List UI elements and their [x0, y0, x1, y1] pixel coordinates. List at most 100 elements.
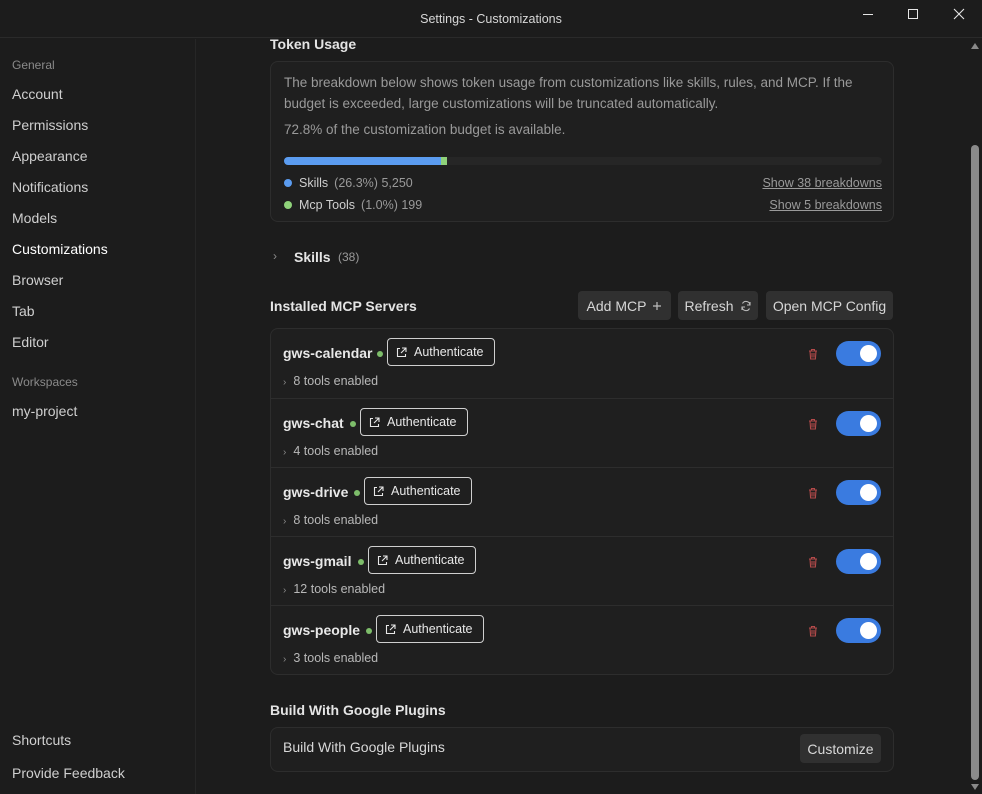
chevron-right-icon: › [283, 654, 287, 665]
maximize-button[interactable] [900, 5, 926, 23]
sidebar-heading-general: General [12, 58, 55, 72]
sidebar-item-editor[interactable]: Editor [12, 334, 49, 350]
server-enable-toggle[interactable] [836, 480, 881, 505]
server-name: gws-calendar [283, 345, 373, 361]
authenticate-button[interactable]: Authenticate [360, 408, 468, 436]
external-link-icon [373, 485, 384, 496]
chevron-right-icon: › [283, 377, 287, 388]
close-button[interactable] [946, 5, 972, 23]
sidebar-item-account[interactable]: Account [12, 86, 63, 102]
plus-icon [653, 301, 662, 310]
authenticate-label: Authenticate [414, 345, 484, 359]
chevron-right-icon: › [273, 249, 277, 263]
external-link-icon [369, 416, 380, 427]
refresh-button[interactable]: Refresh [678, 291, 758, 320]
plugins-title: Build With Google Plugins [270, 702, 446, 718]
status-dot-icon [377, 351, 383, 357]
status-dot-icon [350, 421, 356, 427]
skills-label: Skills [294, 249, 331, 265]
plugins-card: Build With Google Plugins Customize [270, 727, 894, 772]
sidebar-item-provide-feedback[interactable]: Provide Feedback [12, 765, 125, 781]
budget-available-text: 72.8% of the customization budget is ava… [284, 122, 566, 137]
skills-usage-segment [284, 157, 442, 165]
sidebar-item-models[interactable]: Models [12, 210, 57, 226]
tools-expander[interactable]: › 12 tools enabled [283, 582, 385, 596]
scroll-down-arrow-icon[interactable] [971, 784, 979, 790]
status-dot-icon [354, 490, 360, 496]
external-link-icon [396, 346, 407, 357]
token-usage-bar [284, 157, 882, 165]
window-title: Settings - Customizations [420, 12, 562, 26]
authenticate-button[interactable]: Authenticate [376, 615, 484, 643]
sidebar-item-shortcuts[interactable]: Shortcuts [12, 732, 71, 748]
sidebar-item-notifications[interactable]: Notifications [12, 179, 88, 195]
show-mcp-breakdowns-link[interactable]: Show 5 breakdowns [769, 198, 882, 212]
mcp-tools-dot-icon [284, 201, 292, 209]
minimize-button[interactable] [855, 5, 881, 23]
token-usage-title: Token Usage [270, 36, 357, 52]
add-mcp-label: Add MCP [586, 297, 647, 314]
scrollbar-thumb[interactable] [971, 145, 979, 780]
breakdown-row-skills: Skills (26.3%) 5,250 Show 38 breakdowns [284, 176, 882, 192]
show-skills-breakdowns-link[interactable]: Show 38 breakdowns [762, 176, 882, 190]
mcp-servers-list: gws-calendar Authenticate › 8 tools enabl… [270, 328, 894, 675]
vertical-scrollbar[interactable] [967, 39, 982, 794]
authenticate-button[interactable]: Authenticate [368, 546, 476, 574]
mcp-server-row: gws-people Authenticate › 3 tools enabled [271, 605, 893, 674]
sidebar-item-tab[interactable]: Tab [12, 303, 35, 319]
authenticate-label: Authenticate [387, 415, 457, 429]
server-enable-toggle[interactable] [836, 341, 881, 366]
tools-expander[interactable]: › 8 tools enabled [283, 374, 378, 388]
settings-sidebar: General Account Permissions Appearance N… [0, 39, 196, 794]
trash-icon[interactable] [806, 486, 820, 500]
sidebar-item-browser[interactable]: Browser [12, 272, 63, 288]
tools-expander[interactable]: › 3 tools enabled [283, 651, 378, 665]
refresh-icon [740, 300, 751, 311]
trash-icon[interactable] [806, 417, 820, 431]
chevron-right-icon: › [283, 585, 287, 596]
trash-icon[interactable] [806, 347, 820, 361]
sidebar-item-my-project[interactable]: my-project [12, 403, 77, 419]
server-enable-toggle[interactable] [836, 411, 881, 436]
customize-button[interactable]: Customize [800, 734, 881, 763]
server-enable-toggle[interactable] [836, 618, 881, 643]
chevron-right-icon: › [283, 516, 287, 527]
toggle-knob [860, 622, 877, 639]
breakdown-label: Skills (26.3%) 5,250 [299, 176, 413, 190]
token-usage-description: The breakdown below shows token usage fr… [284, 75, 853, 111]
minimize-icon [863, 14, 873, 15]
tools-count: 12 tools enabled [293, 582, 386, 596]
mcp-server-row: gws-gmail Authenticate › 12 tools enabled [271, 536, 893, 605]
title-bar: Settings - Customizations [0, 0, 982, 38]
tools-count: 8 tools enabled [293, 513, 379, 527]
skills-dot-icon [284, 179, 292, 187]
authenticate-button[interactable]: Authenticate [387, 338, 495, 366]
refresh-label: Refresh [684, 297, 734, 314]
add-mcp-button[interactable]: Add MCP [578, 291, 671, 320]
sidebar-item-appearance[interactable]: Appearance [12, 148, 88, 164]
breakdown-row-mcp-tools: Mcp Tools (1.0%) 199 Show 5 breakdowns [284, 198, 882, 214]
server-name: gws-chat [283, 415, 344, 431]
external-link-icon [385, 623, 396, 634]
authenticate-label: Authenticate [395, 553, 465, 567]
authenticate-button[interactable]: Authenticate [364, 477, 472, 505]
server-name: gws-people [283, 622, 361, 638]
scroll-up-arrow-icon[interactable] [971, 43, 979, 49]
sidebar-item-permissions[interactable]: Permissions [12, 117, 88, 133]
tools-expander[interactable]: › 4 tools enabled [283, 444, 378, 458]
sidebar-item-customizations[interactable]: Customizations [12, 241, 108, 257]
sidebar-heading-workspaces: Workspaces [12, 375, 78, 389]
server-enable-toggle[interactable] [836, 549, 881, 574]
mcp-servers-title: Installed MCP Servers [270, 298, 417, 314]
maximize-icon [908, 9, 918, 19]
toggle-knob [860, 345, 877, 362]
mcp-server-row: gws-calendar Authenticate › 8 tools enabl… [271, 329, 893, 398]
trash-icon[interactable] [806, 555, 820, 569]
tools-expander[interactable]: › 8 tools enabled [283, 513, 378, 527]
status-dot-icon [358, 559, 364, 565]
open-mcp-config-button[interactable]: Open MCP Config [766, 291, 893, 320]
mcp-server-row: gws-chat Authenticate › 4 tools enabled [271, 398, 893, 467]
trash-icon[interactable] [806, 624, 820, 638]
tools-count: 4 tools enabled [293, 444, 379, 458]
tools-count: 3 tools enabled [293, 651, 379, 665]
